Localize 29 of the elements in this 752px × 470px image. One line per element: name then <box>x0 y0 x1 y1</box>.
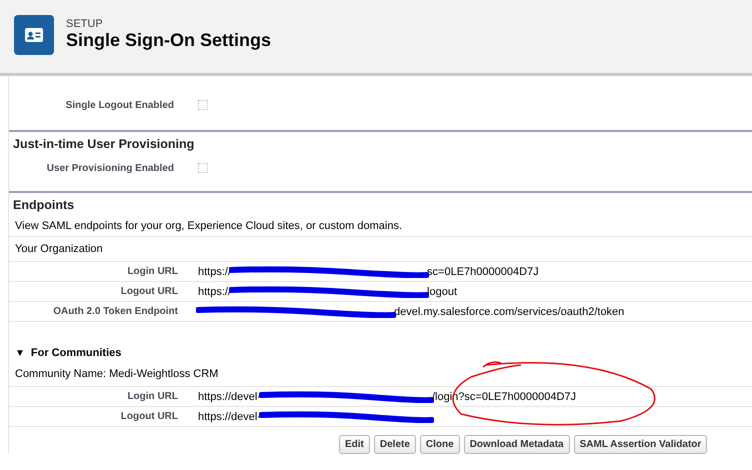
action-button[interactable]: Delete <box>374 435 416 454</box>
action-button[interactable]: Clone <box>420 435 460 454</box>
section-title: Endpoints <box>12 198 76 214</box>
checkbox[interactable] <box>198 100 208 110</box>
section-title: Just-in-time User Provisioning <box>12 137 196 153</box>
expand-toggle[interactable]: ▼ <box>15 348 25 358</box>
section-description: View SAML endpoints for your org, Experience Cloud sites, or custom domains. <box>9 216 752 237</box>
field-label: User Provisioning Enabled <box>46 162 175 174</box>
field-label: Single Logout Enabled <box>64 100 175 110</box>
url-text: sc=0LE7h0000004D7J <box>427 266 539 278</box>
action-button[interactable]: Download Metadata <box>464 435 570 454</box>
action-button[interactable]: SAML Assertion Validator <box>574 435 708 454</box>
subsection-heading: For Communities <box>30 347 122 359</box>
field-label: Logout URL <box>120 411 179 422</box>
url-text: devel.my.salesforce.com/services/oauth2/token <box>394 306 624 318</box>
field-label: Login URL <box>126 266 179 277</box>
page-title: Single Sign-On Settings <box>66 30 272 51</box>
id-card-icon <box>14 14 54 54</box>
header-eyebrow: SETUP <box>66 18 104 30</box>
field-label: OAuth 2.0 Token Endpoint <box>52 306 179 317</box>
community-name: Community Name: Medi-Weightloss CRM <box>9 362 752 387</box>
url-text: logout <box>427 286 458 298</box>
checkbox[interactable] <box>198 163 208 173</box>
url-text: https://devel- <box>198 390 261 402</box>
action-button[interactable]: Edit <box>339 435 370 454</box>
url-text: https://devel- <box>198 410 261 422</box>
field-label: Logout URL <box>120 286 179 297</box>
field-label: Login URL <box>126 391 179 402</box>
subsection-heading: Your Organization <box>9 237 752 262</box>
